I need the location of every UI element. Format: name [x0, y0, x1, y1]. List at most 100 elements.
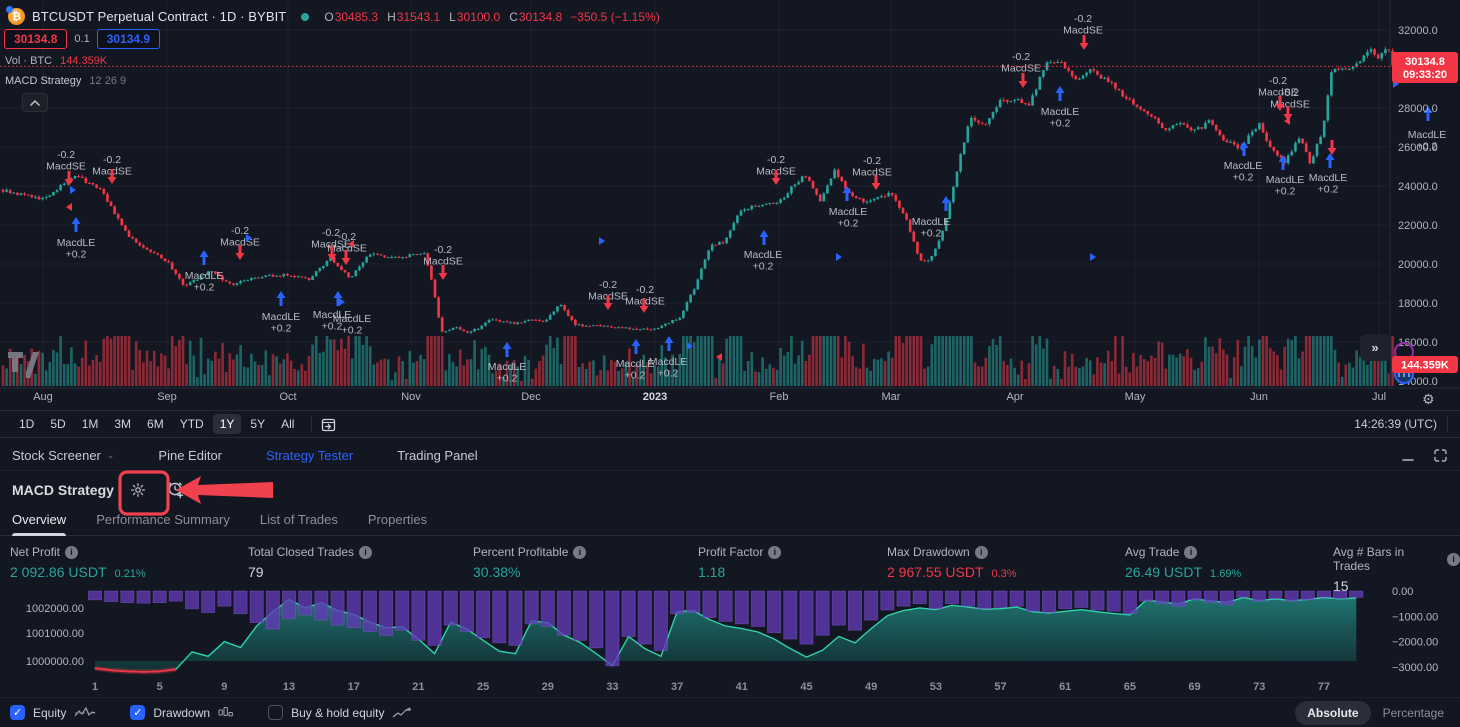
svg-text:MacdLE+0.2: MacdLE+0.2 [829, 206, 868, 230]
svg-text:1: 1 [92, 681, 98, 693]
stat-value-main: 30.38% [473, 564, 520, 580]
volume-badge: 144.359K [1392, 356, 1458, 373]
scroll-right-button[interactable]: » [1360, 334, 1390, 361]
minimize-panel-icon[interactable] [1401, 449, 1415, 463]
ohlc-value: 31543.1 [397, 10, 440, 24]
svg-text:57: 57 [994, 681, 1006, 693]
go-to-date-button[interactable] [320, 416, 337, 433]
strategy-tab-properties[interactable]: Properties [368, 506, 427, 536]
range-button-6m[interactable]: 6M [140, 414, 171, 434]
stat-label: Percent Profitablei [473, 545, 586, 559]
svg-text:Sep: Sep [157, 391, 177, 403]
range-button-1y[interactable]: 1Y [213, 414, 242, 434]
info-icon[interactable]: i [768, 546, 781, 559]
legend-toggle-equity[interactable]: ✓ Equity [10, 705, 96, 720]
stat-label: Avg # Bars in Tradesi [1333, 545, 1460, 573]
stat-value-main: 26.49 USDT [1125, 564, 1202, 580]
info-icon[interactable]: i [65, 546, 78, 559]
svg-text:18000.0: 18000.0 [1398, 298, 1438, 310]
svg-text:17: 17 [348, 681, 360, 693]
legend-collapse-button[interactable] [22, 93, 48, 112]
price-chart-pane[interactable]: -0.2MacdSE-0.2MacdSE-0.2MacdSE-0.2MacdSE… [0, 0, 1460, 410]
chart-grid [0, 0, 1390, 388]
svg-text:MacdLE+0.2: MacdLE+0.2 [744, 249, 783, 273]
symbol-title[interactable]: BTCUSDT Perpetual Contract · 1D · BYBIT [32, 9, 286, 24]
info-icon[interactable]: i [1447, 553, 1460, 566]
change-value: −350.5 (−1.15%) [570, 10, 659, 24]
buy-price-button[interactable]: 30134.9 [97, 29, 160, 49]
svg-text:144.359K: 144.359K [1401, 360, 1449, 372]
stat-label-text: Net Profit [10, 545, 60, 559]
indicator-legend-row[interactable]: MACD Strategy 12 26 9 [5, 75, 126, 87]
ohlc-item: O30485.3 [324, 10, 378, 24]
svg-text:29: 29 [542, 681, 554, 693]
range-button-5d[interactable]: 5D [43, 414, 72, 434]
mode-percentage-button[interactable]: Percentage [1377, 701, 1450, 725]
sell-price-button[interactable]: 30134.8 [4, 29, 67, 49]
ohlc-key: H [387, 10, 396, 24]
svg-text:−2000.00: −2000.00 [1392, 637, 1438, 649]
panel-tab-trading-panel[interactable]: Trading Panel [397, 448, 477, 463]
volume-bars [2, 336, 1394, 386]
info-icon[interactable]: i [1184, 546, 1197, 559]
svg-text:65: 65 [1124, 681, 1136, 693]
btc-coin-icon: ₿ [8, 8, 25, 25]
svg-text:22000.0: 22000.0 [1398, 220, 1438, 232]
strategy-settings-button[interactable] [130, 482, 146, 498]
range-button-all[interactable]: All [274, 414, 301, 434]
info-icon[interactable]: i [573, 546, 586, 559]
stat-label-text: Max Drawdown [887, 545, 970, 559]
performance-stats-row: Net Profiti2 092.86 USDT0.21%Total Close… [0, 537, 1460, 585]
info-icon[interactable]: i [975, 546, 988, 559]
range-button-3m[interactable]: 3M [107, 414, 138, 434]
panel-tab-strategy-tester[interactable]: Strategy Tester [266, 448, 353, 463]
ohlc-values: O30485.3H31543.1L30100.0C30134.8 [324, 10, 562, 24]
candlestick-chart[interactable]: -0.2MacdSE-0.2MacdSE-0.2MacdSE-0.2MacdSE… [0, 0, 1460, 410]
range-button-1d[interactable]: 1D [12, 414, 41, 434]
stat-percent-profitable: Percent Profitablei 30.38% [473, 545, 586, 580]
add-alert-button[interactable] [166, 480, 186, 500]
range-button-5y[interactable]: 5Y [243, 414, 272, 434]
stat-net-profit: Net Profiti2 092.86 USDT0.21% [10, 545, 146, 580]
panel-tab-pine-editor[interactable]: Pine Editor [158, 448, 222, 463]
mode-absolute-button[interactable]: Absolute [1295, 701, 1370, 725]
info-icon[interactable]: i [359, 546, 372, 559]
svg-text:20000.0: 20000.0 [1398, 259, 1438, 271]
stat-total-closed-trades: Total Closed Tradesi79 [248, 545, 372, 580]
stat-value-main: 79 [248, 564, 264, 580]
volume-label: Vol · BTC [5, 55, 52, 67]
time-axis[interactable]: AugSepOctNovDec2023FebMarAprMayJunJul [33, 391, 1386, 403]
stat-label-text: Avg Trade [1125, 545, 1179, 559]
legend-toggle-buy-hold-equity[interactable]: Buy & hold equity [268, 705, 412, 720]
legend-label: Equity [33, 706, 66, 720]
range-button-1m[interactable]: 1M [75, 414, 106, 434]
svg-text:77: 77 [1318, 681, 1330, 693]
stat-value: 1.18 [698, 564, 781, 580]
stat-value-sub: 0.3% [992, 568, 1017, 580]
maximize-panel-icon[interactable] [1433, 448, 1448, 463]
strategy-markers: -0.2MacdSE-0.2MacdSE-0.2MacdSE-0.2MacdSE… [46, 13, 1446, 385]
strategy-tab-performance-summary[interactable]: Performance Summary [96, 506, 230, 536]
spread-value: 0.1 [74, 33, 89, 45]
checkbox-unchecked[interactable] [268, 705, 283, 720]
svg-text:-0.2MacdSE: -0.2MacdSE [1063, 13, 1103, 37]
svg-text:Apr: Apr [1006, 391, 1023, 403]
equity-drawdown-chart[interactable]: 1002000.001001000.001000000.000.00−1000.… [0, 585, 1460, 697]
legend-toggle-drawdown[interactable]: ✓Drawdown [130, 705, 234, 720]
strategy-tab-list-of-trades[interactable]: List of Trades [260, 506, 338, 536]
svg-text:9: 9 [221, 681, 227, 693]
svg-text:MacdLE+0.2: MacdLE+0.2 [1309, 172, 1348, 196]
panel-tab-stock-screener[interactable]: Stock Screener⌄ [12, 448, 114, 463]
range-button-ytd[interactable]: YTD [173, 414, 211, 434]
ohlc-value: 30485.3 [335, 10, 378, 24]
utc-clock[interactable]: 14:26:39 (UTC) [1354, 417, 1437, 431]
stat-label: Profit Factori [698, 545, 781, 559]
svg-text:MacdLE+0.2: MacdLE+0.2 [185, 270, 224, 294]
svg-text:61: 61 [1059, 681, 1071, 693]
axis-settings-gear-icon[interactable]: ⚙ [1422, 391, 1435, 407]
strategy-tab-overview[interactable]: Overview [12, 506, 66, 536]
checkbox-checked[interactable]: ✓ [10, 705, 25, 720]
svg-text:−3000.00: −3000.00 [1392, 662, 1438, 674]
checkbox-checked[interactable]: ✓ [130, 705, 145, 720]
svg-text:21: 21 [412, 681, 424, 693]
